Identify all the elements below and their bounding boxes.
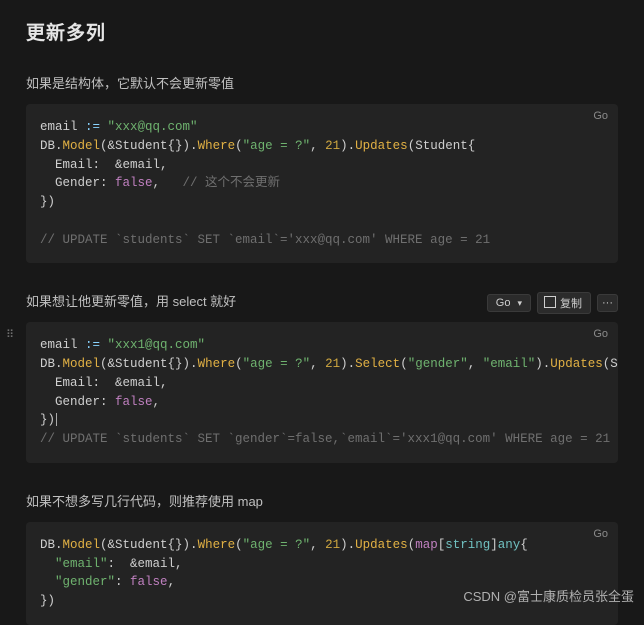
lang-label: Go	[593, 110, 608, 122]
code-toolbar: Go 复制 ···	[487, 292, 618, 314]
lang-label: Go	[593, 528, 608, 540]
code-block-1-wrap: Go email := "xxx@qq.com" DB.Model(&Stude…	[26, 104, 618, 263]
text-cursor	[56, 413, 57, 426]
code-block-1[interactable]: email := "xxx@qq.com" DB.Model(&Student{…	[26, 104, 618, 263]
code-block-3[interactable]: DB.Model(&Student{}).Where("age = ?", 21…	[26, 522, 618, 625]
code-block-3-wrap: Go DB.Model(&Student{}).Where("age = ?",…	[26, 522, 618, 625]
section-1-text: 如果是结构体，它默认不会更新零值	[26, 73, 618, 92]
page-title: 更新多列	[26, 18, 618, 45]
lang-select-button[interactable]: Go	[487, 294, 531, 312]
lang-label: Go	[593, 328, 608, 340]
drag-handle-icon[interactable]: ⠿	[6, 328, 12, 341]
more-button[interactable]: ···	[597, 294, 618, 312]
copy-button[interactable]: 复制	[537, 292, 591, 314]
section-3-text: 如果不想多写几行代码，则推荐使用 map	[26, 491, 618, 510]
copy-icon	[546, 298, 556, 308]
code-block-2-wrap: ⠿ Go 复制 ··· Go email := "xxx1@qq.com" DB…	[26, 322, 618, 463]
code-block-2[interactable]: email := "xxx1@qq.com" DB.Model(&Student…	[26, 322, 618, 463]
